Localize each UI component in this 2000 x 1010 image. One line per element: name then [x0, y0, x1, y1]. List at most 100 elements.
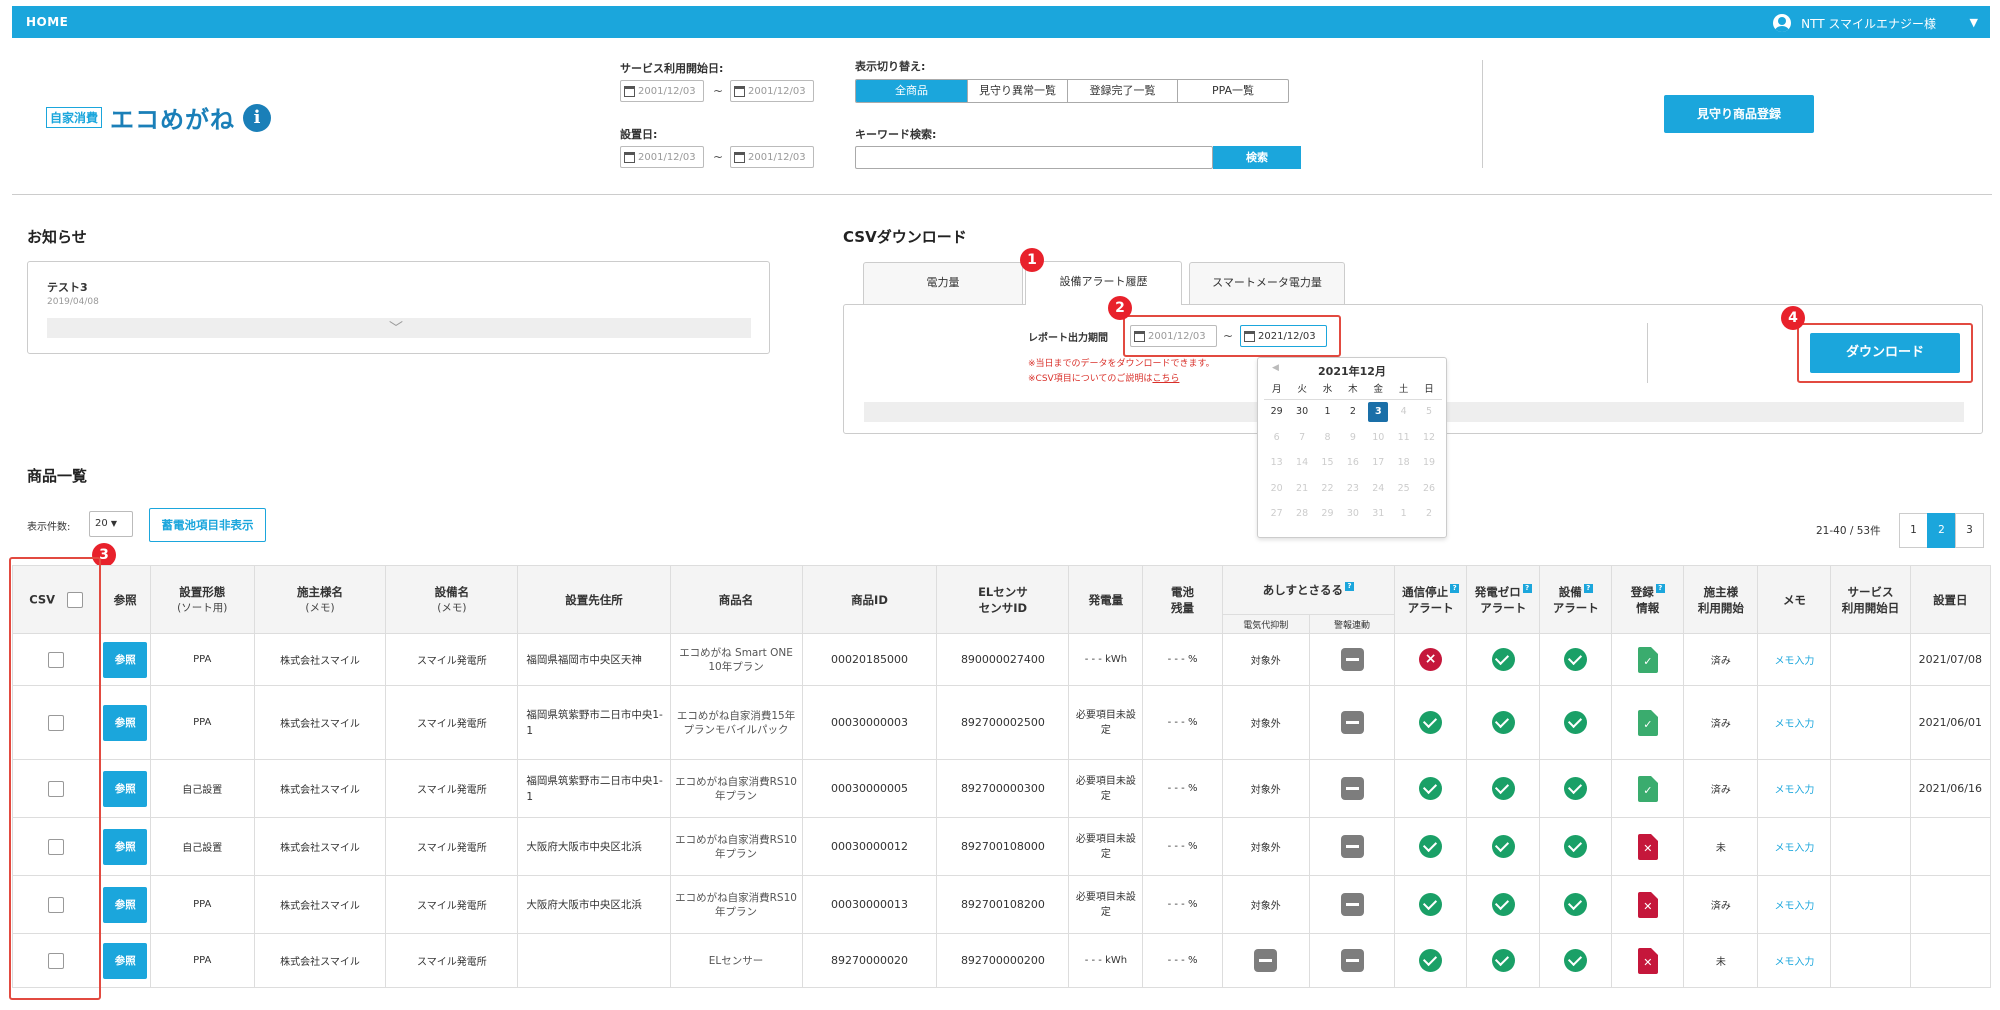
notice-date: 2019/04/08 — [47, 297, 99, 307]
calendar-title: 2021年12月 — [1318, 365, 1386, 378]
help-icon[interactable]: ? — [1655, 583, 1665, 593]
view-tab-registered[interactable]: 登録完了一覧 — [1068, 80, 1178, 102]
weekday-label: 土 — [1390, 380, 1417, 400]
ref-button[interactable]: 参照 — [103, 641, 148, 678]
memo-link[interactable]: メモ入力 — [1774, 843, 1814, 854]
calendar-day: 15 — [1321, 457, 1334, 468]
install-date-from[interactable]: 2001/12/03 — [620, 146, 704, 168]
document-check-icon[interactable]: ✓ — [1637, 709, 1658, 736]
app-logo[interactable]: 自家消費 エコめがね i — [46, 100, 272, 135]
ref-button[interactable]: 参照 — [103, 886, 148, 923]
memo-link[interactable]: メモ入力 — [1774, 656, 1814, 667]
memo-link[interactable]: メモ入力 — [1774, 957, 1814, 968]
csv-heading: CSVダウンロード — [843, 228, 967, 246]
tab-smartmeter[interactable]: スマートメータ電力量 — [1189, 262, 1345, 304]
view-tab-ppa[interactable]: PPA一覧 — [1178, 80, 1288, 102]
per-page-select[interactable]: 20 ▼ — [89, 511, 133, 537]
check-circle-icon — [1491, 711, 1515, 734]
address: 大阪府大阪市中央区北浜 — [517, 817, 671, 876]
ref-button[interactable]: 参照 — [103, 770, 148, 807]
help-icon[interactable]: ? — [1345, 582, 1355, 592]
page-info: 21-40 / 53件 — [1816, 525, 1881, 537]
facility-name: スマイル発電所 — [385, 933, 519, 988]
check-circle-icon — [1419, 893, 1443, 916]
generation: 必要項目未設定 — [1068, 875, 1144, 934]
document-check-icon[interactable]: ✓ — [1637, 646, 1658, 673]
memo-link[interactable]: メモ入力 — [1774, 719, 1814, 730]
calendar-day[interactable]: 30 — [1289, 400, 1314, 426]
owner-use: 未 — [1683, 817, 1759, 876]
keyword-search-input[interactable] — [855, 146, 1213, 169]
calendar-day: 17 — [1372, 457, 1385, 468]
document-error-icon[interactable]: ✕ — [1637, 947, 1658, 974]
help-icon[interactable]: ? — [1522, 583, 1532, 593]
owner-use: 済み — [1683, 875, 1759, 934]
tab-power[interactable]: 電力量 — [863, 262, 1023, 304]
minus-box-icon — [1340, 949, 1364, 972]
minus-box-icon — [1340, 777, 1364, 800]
page-1[interactable]: 1 — [1899, 513, 1928, 548]
install-date-to[interactable]: 2001/12/03 — [730, 146, 814, 168]
help-icon[interactable]: ? — [1450, 583, 1460, 593]
help-icon[interactable]: ? — [1583, 583, 1593, 593]
chevron-down-icon[interactable]: ﹀ — [389, 318, 403, 338]
search-button[interactable]: 検索 — [1213, 146, 1301, 169]
report-date-to[interactable]: 2021/12/03 — [1240, 325, 1327, 347]
page-3[interactable]: 3 — [1955, 513, 1984, 548]
ashisuto-power: 対象外 — [1221, 875, 1310, 934]
calendar-day[interactable]: 2 — [1340, 400, 1365, 426]
document-error-icon[interactable]: ✕ — [1637, 891, 1658, 918]
calendar-day[interactable]: 1 — [1315, 400, 1340, 426]
view-tab-all[interactable]: 全商品 — [856, 80, 968, 102]
csv-help-link[interactable]: こちら — [1152, 374, 1179, 384]
ref-button[interactable]: 参照 — [103, 942, 148, 979]
minus-box-icon — [1340, 893, 1364, 916]
generation: 必要項目未設定 — [1068, 817, 1144, 876]
service-start-to[interactable]: 2001/12/03 — [730, 80, 814, 102]
notice-title[interactable]: テスト3 — [47, 279, 88, 295]
home-link[interactable]: HOME — [26, 15, 68, 29]
battery-columns-toggle[interactable]: 蓄電池項目非表示 — [149, 508, 266, 542]
check-circle-icon — [1491, 648, 1515, 671]
calendar-day: 8 — [1324, 431, 1331, 443]
document-check-icon[interactable]: ✓ — [1637, 775, 1658, 802]
owner-name: 株式会社スマイル — [253, 685, 387, 760]
calendar-day: 31 — [1372, 508, 1385, 519]
download-button[interactable]: ダウンロード — [1810, 333, 1960, 373]
generation: 必要項目未設定 — [1068, 759, 1144, 818]
register-product-button[interactable]: 見守り商品登録 — [1664, 95, 1814, 133]
memo-link[interactable]: メモ入力 — [1774, 901, 1814, 912]
view-tab-watch-error[interactable]: 見守り異常一覧 — [968, 80, 1068, 102]
ref-button[interactable]: 参照 — [103, 704, 148, 741]
ashisuto-power: 対象外 — [1221, 633, 1310, 686]
calendar-day[interactable]: 3 — [1366, 400, 1391, 426]
minus-box-icon — [1254, 949, 1278, 972]
battery: - - - % — [1142, 759, 1223, 818]
calendar-day: 10 — [1372, 431, 1385, 443]
memo-link[interactable]: メモ入力 — [1774, 785, 1814, 796]
info-icon[interactable]: i — [243, 103, 272, 132]
tab-equipment-alert[interactable]: 設備アラート履歴 — [1025, 261, 1182, 305]
calendar-day[interactable]: 29 — [1264, 400, 1289, 426]
check-circle-icon — [1564, 648, 1588, 671]
col-address: 設置先住所 — [517, 565, 671, 634]
calendar-day: 29 — [1321, 508, 1334, 519]
ref-button[interactable]: 参照 — [103, 828, 148, 865]
page-2[interactable]: 2 — [1927, 513, 1956, 548]
chevron-down-icon[interactable]: ▼ — [1970, 16, 1978, 29]
document-error-icon[interactable]: ✕ — [1637, 833, 1658, 860]
service-start-from[interactable]: 2001/12/03 — [620, 80, 704, 102]
col-service-start: サービス 利用開始日 — [1830, 565, 1911, 634]
annotation-2: 2 — [1108, 296, 1132, 320]
user-menu[interactable]: NTT スマイルエナジー様 — [1773, 14, 1936, 32]
col-comm-stop: 通信停止? アラート — [1394, 565, 1468, 634]
service-start-date — [1830, 759, 1911, 818]
install-type: PPA — [150, 685, 255, 760]
install-type: PPA — [150, 633, 255, 686]
sensor-id: 892700002500 — [936, 685, 1070, 760]
product-name: エコめがね自家消費RS10年プラン — [669, 875, 803, 934]
calendar-icon — [624, 151, 635, 163]
check-circle-icon — [1491, 949, 1515, 972]
report-date-from[interactable]: 2001/12/03 — [1130, 325, 1217, 347]
check-circle-icon — [1491, 777, 1515, 800]
